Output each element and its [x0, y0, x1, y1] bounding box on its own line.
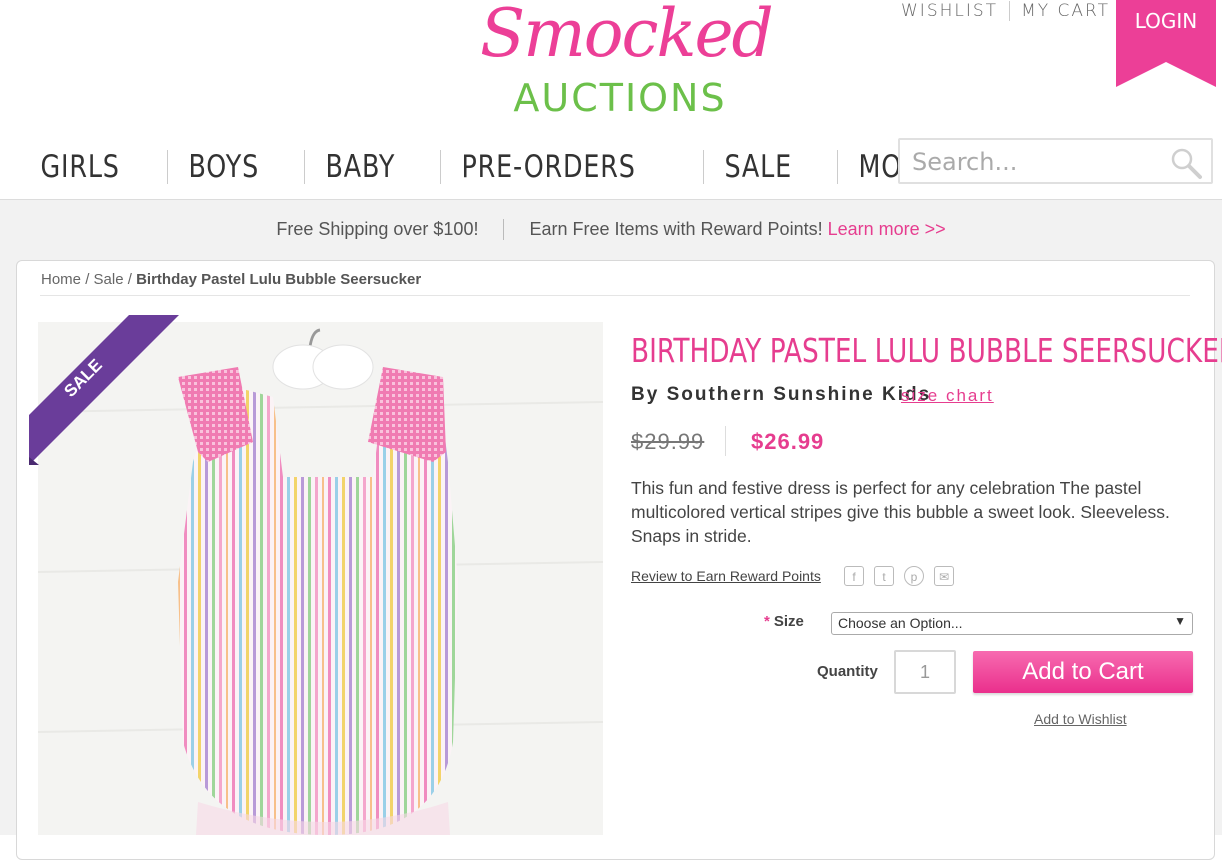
free-shipping-text: Free Shipping over $100! — [276, 218, 479, 239]
product-description: This fun and festive dress is perfect fo… — [631, 478, 1170, 546]
facebook-icon[interactable]: f — [844, 566, 864, 586]
twitter-icon[interactable]: t — [874, 566, 894, 586]
logo-subtitle-text: AUCTIONS — [513, 76, 727, 120]
breadcrumb-separator: / — [85, 271, 94, 288]
product-title: BIRTHDAY PASTEL LULU BUBBLE SEERSUCKER — [631, 331, 1222, 370]
size-label-text: Size — [773, 613, 804, 630]
breadcrumb-sale[interactable]: Sale — [94, 271, 124, 288]
search-box — [898, 138, 1213, 184]
size-label: * Size — [764, 613, 804, 630]
breadcrumb-divider — [40, 295, 1190, 296]
email-icon[interactable]: ✉ — [934, 566, 954, 586]
promo-strip: Free Shipping over $100! Earn Free Items… — [0, 214, 1222, 244]
add-to-cart-button[interactable]: Add to Cart — [973, 651, 1193, 693]
price-divider — [725, 426, 726, 456]
login-label: LOGIN — [1134, 9, 1198, 33]
add-to-wishlist-link[interactable]: Add to Wishlist — [1034, 711, 1127, 727]
breadcrumb: Home / Sale / Birthday Pastel Lulu Bubbl… — [41, 271, 421, 288]
nav-girls[interactable]: GIRLS — [20, 148, 140, 186]
search-input[interactable] — [910, 146, 1164, 178]
logo-script-text: Smocked — [480, 0, 774, 72]
login-button[interactable]: LOGIN — [1116, 0, 1216, 87]
quantity-label: Quantity — [817, 663, 878, 680]
quantity-input[interactable] — [894, 650, 956, 694]
sale-price: $26.99 — [751, 429, 825, 454]
main-nav: GIRLS BOYS BABY PRE-ORDERS SALE MORE — [20, 148, 984, 186]
site-header: Smocked AUCTIONS WISHLIST MY CART (0) LO… — [0, 0, 1222, 200]
breadcrumb-home[interactable]: Home — [41, 271, 81, 288]
social-share-icons: f t p ✉ — [844, 566, 964, 586]
nav-pre-orders[interactable]: PRE-ORDERS — [441, 148, 656, 186]
required-marker: * — [764, 613, 770, 630]
size-chart-link[interactable]: size chart — [901, 386, 994, 406]
nav-baby[interactable]: BABY — [305, 148, 416, 186]
review-reward-link[interactable]: Review to Earn Reward Points — [631, 568, 821, 584]
original-price: $29.99 — [631, 429, 705, 454]
sale-ribbon-badge: SALE — [29, 315, 179, 465]
breadcrumb-current: Birthday Pastel Lulu Bubble Seersucker — [136, 271, 422, 288]
search-icon[interactable] — [1169, 146, 1203, 180]
dropdown-arrow-icon: ▼ — [1174, 614, 1186, 628]
nav-sale[interactable]: SALE — [704, 148, 813, 186]
size-select[interactable]: Choose an Option... ▼ — [831, 612, 1193, 635]
reward-points-promo: Earn Free Items with Reward Points! Lear… — [503, 218, 970, 240]
reward-points-text: Earn Free Items with Reward Points! — [529, 218, 823, 239]
site-logo[interactable]: Smocked AUCTIONS — [470, 0, 774, 125]
learn-more-link[interactable]: Learn more >> — [828, 219, 946, 239]
product-brand: By Southern Sunshine Kids — [631, 384, 932, 405]
nav-boys[interactable]: BOYS — [168, 148, 280, 186]
breadcrumb-separator: / — [127, 271, 137, 288]
pinterest-icon[interactable]: p — [904, 566, 924, 586]
wishlist-link[interactable]: WISHLIST — [890, 1, 1009, 21]
size-select-value: Choose an Option... — [838, 615, 963, 631]
